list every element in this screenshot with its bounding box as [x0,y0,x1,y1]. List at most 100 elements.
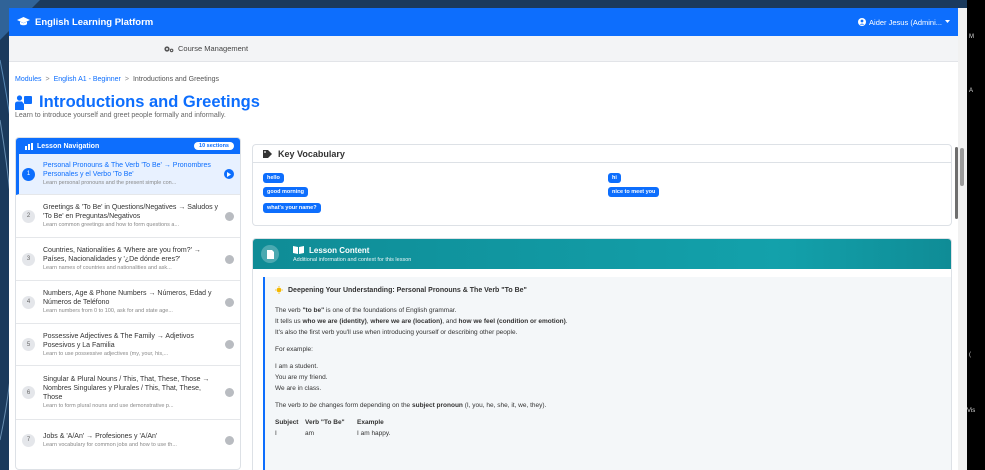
strip-text: ( [969,352,971,358]
lesson-item-7[interactable]: 7 Jobs & 'A/An' → Profesiones y 'A/An' L… [16,420,240,460]
title-row: Introductions and Greetings [15,93,260,112]
italic-text: to be [302,402,317,409]
lesson-number: 3 [22,252,35,266]
text: . [565,318,568,325]
lesson-item-6[interactable]: 6 Singular & Plural Nouns / This, That, … [16,366,240,420]
table-header: Verb "To Be" [305,419,345,426]
brand[interactable]: English Learning Platform [17,17,153,28]
table-row: I am I am happy. [275,428,941,439]
caret-down-icon [945,20,950,23]
vocab-chip: what's your name? [263,203,321,213]
lesson-desc: Learn to form plural nouns and use demon… [43,403,174,409]
lesson-item-1[interactable]: 1 Personal Pronouns & The Verb 'To Be' →… [16,154,240,195]
text: (I, you, he, she, it, we, they). [462,402,547,409]
breadcrumb-modules[interactable]: Modules [15,76,41,83]
status-dot-icon [225,435,234,445]
bold-text: who we are (identity) [302,318,367,325]
vocab-chip: nice to meet you [608,187,660,197]
lesson-number: 5 [22,338,35,351]
tag-icon [263,149,272,158]
text: changes form depending on the [316,402,412,409]
example-line: I am a student. [275,363,318,370]
breadcrumb-current: Introductions and Greetings [132,76,219,83]
status-dot-icon [225,254,234,264]
status-dot-icon [225,340,234,349]
vocab-chip: hi [608,173,621,183]
lesson-item-4[interactable]: 4 Numbers, Age & Phone Numbers → Números… [16,281,240,324]
lesson-content-title: Lesson Content [309,245,370,255]
adjacent-window-strip: M A ( Vis [967,0,985,470]
paragraph: For example: [275,346,313,353]
deepening-title: Deepening Your Understanding: Personal P… [288,286,527,294]
text: The verb [275,307,303,314]
strip-text: M [969,34,974,40]
user-menu[interactable]: Aider Jesus (Admini... [858,18,950,27]
paragraph: The verb to be changes form depending on… [275,400,941,411]
lesson-title: Personal Pronouns & The Verb 'To Be' → P… [43,162,211,178]
bold-text: where we are (location) [370,318,443,325]
lesson-desc: Learn names of countries and nationaliti… [43,265,172,271]
lesson-number: 2 [22,209,35,223]
page-scrollbar-thumb[interactable] [960,148,964,186]
paragraph: The verb "to be" is one of the foundatio… [275,305,941,316]
secondary-nav: Course Management [9,36,958,62]
sections-count-badge: 10 sections [194,142,234,150]
page-scrollbar[interactable] [958,8,967,470]
lesson-content-header: Lesson Content Additional information an… [253,239,951,269]
lesson-body: Deepening Your Understanding: Personal P… [263,277,951,470]
table-header: Example [357,419,384,426]
lesson-item-3[interactable]: 3 Countries, Nationalities & 'Where are … [16,238,240,281]
page-subtitle: Learn to introduce yourself and greet pe… [15,112,226,119]
lesson-content-card: Lesson Content Additional information an… [252,238,952,470]
lesson-number: 7 [22,433,35,447]
lightbulb-icon [275,286,283,294]
play-circle-icon [224,169,234,179]
lesson-title: Greetings & 'To Be' in Questions/Negativ… [43,204,219,220]
status-dot-icon [225,211,234,221]
deepening-heading: Deepening Your Understanding: Personal P… [275,286,941,294]
brand-name: English Learning Platform [35,16,154,28]
bold-text: subject pronoun [411,402,463,409]
strip-text: A [969,88,974,94]
graduation-cap-icon [17,17,30,26]
lesson-title: Possessive Adjectives & The Family → Adj… [43,332,194,349]
example-line: You are my friend. [275,374,328,381]
top-navbar: English Learning Platform Aider Jesus (A… [9,8,958,36]
lesson-desc: Learn numbers from 0 to 100, ask for and… [43,308,173,314]
breadcrumb-separator: > [45,76,50,83]
vocab-chip: hello [263,173,284,183]
text: , and [442,318,459,325]
bold-text: how we feel (condition or emotion) [458,318,566,325]
book-open-icon [293,246,304,254]
lesson-desc: Learn vocabulary for common jobs and how… [43,441,177,448]
lesson-navigation-panel: Lesson Navigation 10 sections 1 Personal… [15,137,241,470]
lesson-desc: Learn common greetings and how to form q… [43,222,180,228]
list-icon [25,142,33,150]
lesson-navigation-title: Lesson Navigation [37,142,100,150]
lesson-item-2[interactable]: 2 Greetings & 'To Be' in Questions/Negat… [16,195,240,238]
user-circle-icon [858,18,867,26]
breadcrumb: Modules > English A1 - Beginner > Introducti… [15,76,219,83]
course-management-link[interactable]: Course Management [178,44,248,53]
lesson-title: Singular & Plural Nouns / This, That, Th… [43,376,210,401]
key-vocabulary-title: Key Vocabulary [278,148,345,159]
text: is one of the foundations of English gra… [324,307,457,314]
lesson-number: 6 [22,386,35,399]
text: It tells us [275,318,303,325]
lesson-navigation-header: Lesson Navigation 10 sections [16,138,240,154]
breadcrumb-course[interactable]: English A1 - Beginner [54,76,121,83]
table-cell: I am happy. [357,430,391,437]
table-header-row: Subject Verb "To Be" Example [275,417,941,428]
lesson-number: 1 [22,167,35,181]
key-vocabulary-header: Key Vocabulary [253,145,951,163]
lesson-number: 4 [22,295,35,309]
lesson-desc: Learn personal pronouns and the present … [43,180,177,186]
lesson-title: Countries, Nationalities & 'Where are yo… [43,247,201,263]
status-dot-icon [225,388,234,397]
status-dot-icon [225,297,234,307]
vocab-chip: good morning [263,187,308,197]
key-vocabulary-card: Key Vocabulary hello hi good morning nic… [252,144,952,226]
lesson-item-5[interactable]: 5 Possessive Adjectives & The Family → A… [16,324,240,366]
table-header: Subject [275,419,299,426]
strip-text: Vis [967,408,976,414]
